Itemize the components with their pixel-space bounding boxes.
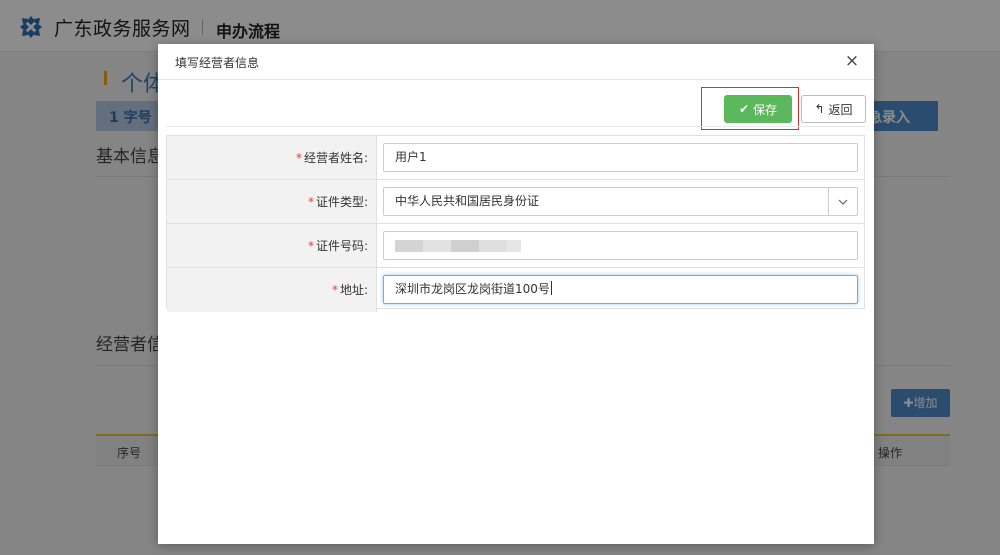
- field-label: * 地址:: [331, 283, 368, 297]
- operator-info-dialog: 填写经营者信息 × ✔ 保存 ↰ 返回 * 经营者姓名: 用户1 * 证件类型: 中…: [158, 44, 874, 544]
- save-button-label: 保存: [753, 102, 778, 117]
- chevron-down-icon[interactable]: [828, 188, 857, 215]
- address-input[interactable]: 深圳市龙岗区龙岗街道100号: [383, 275, 858, 304]
- label-cell: * 经营者姓名:: [167, 136, 377, 179]
- required-mark: *: [307, 195, 314, 209]
- required-mark: *: [295, 151, 302, 165]
- form-row-id-type: * 证件类型: 中华人民共和国居民身份证: [167, 180, 864, 224]
- label-cell: * 证件号码:: [167, 224, 377, 267]
- operator-name-input[interactable]: 用户1: [383, 143, 858, 172]
- check-icon: ✔: [738, 102, 750, 116]
- blurred-id-segment: [507, 240, 521, 252]
- operator-form: * 经营者姓名: 用户1 * 证件类型: 中华人民共和国居民身份证 * 证件号码:: [166, 135, 865, 312]
- back-button-label: 返回: [828, 102, 853, 117]
- id-type-select[interactable]: 中华人民共和国居民身份证: [383, 187, 858, 216]
- label-cell: * 地址:: [167, 268, 377, 312]
- form-row-id-number: * 证件号码:: [167, 224, 864, 268]
- blurred-id-segment: [451, 240, 479, 252]
- blurred-id-segment: [395, 240, 423, 252]
- required-mark: *: [331, 283, 338, 297]
- field-label: * 证件号码:: [307, 239, 368, 253]
- id-type-value: 中华人民共和国居民身份证: [395, 194, 540, 208]
- dialog-header: 填写经营者信息 ×: [158, 44, 874, 80]
- label-cell: * 证件类型:: [167, 180, 377, 223]
- field-label: * 证件类型:: [307, 195, 368, 209]
- toolbar-divider: [166, 126, 866, 127]
- field-label: * 经营者姓名:: [295, 151, 368, 165]
- blurred-id-segment: [479, 240, 507, 252]
- back-button[interactable]: ↰ 返回: [801, 95, 866, 123]
- text-caret: [550, 281, 552, 295]
- close-icon[interactable]: ×: [844, 53, 860, 70]
- dialog-title: 填写经营者信息: [175, 56, 260, 70]
- form-row-address: * 地址: 深圳市龙岗区龙岗街道100号: [167, 268, 864, 312]
- form-row-name: * 经营者姓名: 用户1: [167, 136, 864, 180]
- reply-arrow-icon: ↰: [814, 102, 825, 116]
- blurred-id-segment: [423, 240, 451, 252]
- save-button[interactable]: ✔ 保存: [724, 95, 792, 123]
- id-number-input[interactable]: [383, 231, 858, 260]
- required-mark: *: [307, 239, 314, 253]
